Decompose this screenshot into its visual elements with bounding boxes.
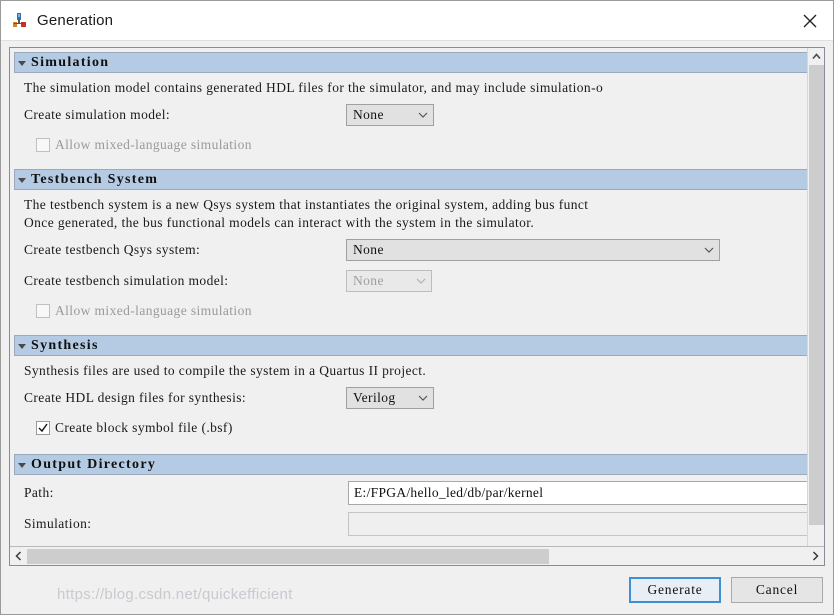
vertical-scrollbar[interactable] <box>807 48 824 546</box>
output-simulation-input[interactable] <box>348 512 807 536</box>
section-header-output-directory[interactable]: Output Directory <box>14 454 807 475</box>
cancel-button[interactable]: Cancel <box>731 577 823 603</box>
chevron-down-icon <box>417 392 429 404</box>
allow-mixed-language-simulation-checkbox[interactable] <box>36 138 50 152</box>
title-bar: Generation <box>1 1 833 41</box>
testbench-description-line-1: The testbench system is a new Qsys syste… <box>24 197 589 212</box>
label-create-hdl-design-files: Create HDL design files for synthesis: <box>24 390 247 405</box>
scroll-up-arrow-icon[interactable] <box>808 48 824 65</box>
close-icon[interactable] <box>787 1 833 41</box>
row-create-testbench-qsys-system: Create testbench Qsys system: None <box>24 238 807 262</box>
create-hdl-design-files-value: Verilog <box>353 390 396 405</box>
output-path-value: E:/FPGA/hello_led/db/par/kernel <box>354 485 544 500</box>
section-title-simulation: Simulation <box>31 54 110 70</box>
generate-button-label: Generate <box>647 582 703 597</box>
collapse-triangle-icon[interactable] <box>18 462 26 468</box>
testbench-description-line-2: Once generated, the bus functional model… <box>24 215 535 230</box>
create-simulation-model-select[interactable]: None <box>346 104 434 126</box>
row-output-path: Path: E:/FPGA/hello_led/db/par/kernel <box>24 481 807 505</box>
label-create-simulation-model: Create simulation model: <box>24 107 171 122</box>
label-allow-mixed-language-simulation: Allow mixed-language simulation <box>55 137 252 152</box>
horizontal-scrollbar-thumb[interactable] <box>27 548 549 564</box>
collapse-triangle-icon[interactable] <box>18 60 26 66</box>
row-create-hdl-design-files: Create HDL design files for synthesis: V… <box>24 386 807 410</box>
vertical-scrollbar-thumb[interactable] <box>809 65 824 525</box>
label-output-simulation: Simulation: <box>24 516 92 531</box>
section-title-testbench: Testbench System <box>31 171 159 187</box>
generate-button[interactable]: Generate <box>629 577 721 603</box>
output-path-input[interactable]: E:/FPGA/hello_led/db/par/kernel <box>348 481 807 505</box>
watermark-text: https://blog.csdn.net/quickefficient <box>57 586 293 603</box>
section-title-output-directory: Output Directory <box>31 456 157 472</box>
label-create-testbench-qsys-system: Create testbench Qsys system: <box>24 242 201 257</box>
qsys-generation-icon <box>11 12 29 30</box>
chevron-down-icon <box>417 109 429 121</box>
create-testbench-qsys-system-value: None <box>353 242 384 257</box>
create-hdl-design-files-select[interactable]: Verilog <box>346 387 434 409</box>
section-header-synthesis[interactable]: Synthesis <box>14 335 807 356</box>
scroll-body: Simulation The simulation model contains… <box>10 48 824 546</box>
create-testbench-simulation-model-select[interactable]: None <box>346 270 432 292</box>
section-title-synthesis: Synthesis <box>31 337 99 353</box>
create-testbench-qsys-system-select[interactable]: None <box>346 239 720 261</box>
content-area: Simulation The simulation model contains… <box>1 41 833 566</box>
scroll-right-arrow-icon[interactable] <box>807 551 824 561</box>
collapse-triangle-icon[interactable] <box>18 177 26 183</box>
create-block-symbol-file-checkbox[interactable] <box>36 421 50 435</box>
label-create-block-symbol-file: Create block symbol file (.bsf) <box>55 420 233 435</box>
section-header-simulation[interactable]: Simulation <box>14 52 807 73</box>
row-create-block-symbol-file: Create block symbol file (.bsf) <box>36 418 807 438</box>
row-create-testbench-simulation-model: Create testbench simulation model: None <box>24 269 807 293</box>
chevron-down-icon <box>415 275 427 287</box>
dialog-footer: https://blog.csdn.net/quickefficient Gen… <box>1 566 833 614</box>
synthesis-description: Synthesis files are used to compile the … <box>24 363 427 378</box>
scroll-left-arrow-icon[interactable] <box>10 551 27 561</box>
label-testbench-allow-mixed-language-simulation: Allow mixed-language simulation <box>55 303 252 318</box>
row-allow-mixed-language-simulation: Allow mixed-language simulation <box>36 135 807 155</box>
cancel-button-label: Cancel <box>755 582 799 597</box>
vertical-scrollbar-track[interactable] <box>808 525 824 546</box>
row-create-simulation-model: Create simulation model: None <box>24 103 807 127</box>
section-header-testbench[interactable]: Testbench System <box>14 169 807 190</box>
page-title: Generation <box>37 12 114 29</box>
testbench-allow-mixed-language-simulation-checkbox[interactable] <box>36 304 50 318</box>
chevron-down-icon <box>703 244 715 256</box>
create-testbench-simulation-model-value: None <box>353 273 384 288</box>
create-simulation-model-value: None <box>353 107 384 122</box>
horizontal-scrollbar[interactable] <box>10 546 824 565</box>
settings-panel: Simulation The simulation model contains… <box>10 48 807 546</box>
scroll-container: Simulation The simulation model contains… <box>9 47 825 566</box>
label-output-path: Path: <box>24 485 54 500</box>
row-output-simulation: Simulation: <box>24 512 807 536</box>
collapse-triangle-icon[interactable] <box>18 343 26 349</box>
generation-dialog: Generation Simulation The simulation mod… <box>0 0 834 615</box>
label-create-testbench-simulation-model: Create testbench simulation model: <box>24 273 229 288</box>
row-testbench-allow-mixed-language-simulation: Allow mixed-language simulation <box>36 301 807 321</box>
horizontal-scrollbar-track[interactable] <box>27 548 807 565</box>
simulation-description: The simulation model contains generated … <box>24 80 604 95</box>
